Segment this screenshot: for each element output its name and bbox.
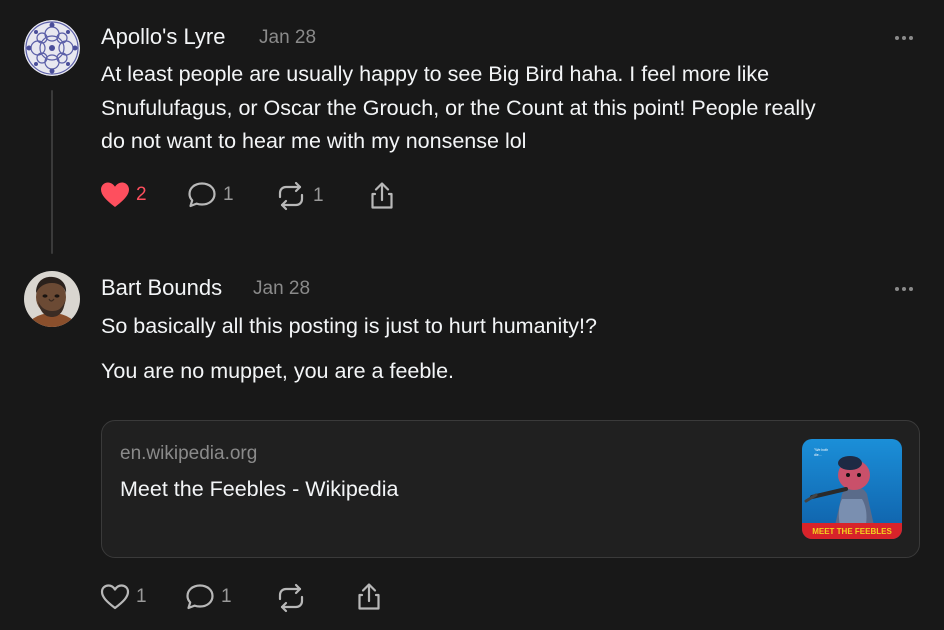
comment-icon [187,181,217,209]
reply-count: 1 [223,184,234,205]
repost-button[interactable]: 1 [275,181,324,211]
avatar[interactable] [24,20,80,76]
link-preview-card[interactable]: en.wikipedia.org Meet the Feebles - Wiki… [101,420,920,558]
post-text-line: You are no muppet, you are a feeble. [101,359,455,383]
repost-button[interactable] [275,583,307,613]
post-text-line: So basically all this posting is just to… [101,314,597,338]
repost-count: 1 [313,185,324,206]
post-text-line: Snufulufagus, or Oscar the Grouch, or th… [101,95,816,120]
author-name[interactable]: Bart Bounds [101,275,222,301]
like-count: 1 [136,586,147,607]
like-button[interactable]: 1 [100,583,147,611]
post-text: So basically all this posting is just to… [101,310,931,344]
post-text-line: At least people are usually happy to see… [101,62,770,86]
heart-icon [100,181,130,209]
reply-button[interactable]: 1 [187,181,234,209]
avatar[interactable] [24,271,80,327]
share-icon [367,181,397,211]
heart-icon [100,583,130,611]
svg-text:die...: die... [814,453,822,457]
post-date[interactable]: Jan 28 [259,27,316,49]
post-text: You are no muppet, you are a feeble. [101,355,931,389]
post-text-line: do not want to hear me with my nonsense … [101,129,527,153]
link-domain: en.wikipedia.org [120,443,258,464]
comment-icon [185,583,215,611]
reply-count: 1 [221,586,232,607]
post-date[interactable]: Jan 28 [253,278,310,300]
author-name[interactable]: Apollo's Lyre [101,24,225,50]
thread-line [51,90,53,254]
link-title: Meet the Feebles - Wikipedia [120,477,399,501]
reply-button[interactable]: 1 [185,583,232,611]
share-icon [354,582,384,612]
link-thumbnail: MEET THE FEEBLES "We both die... [802,439,902,539]
post-text: At least people are usually happy to see… [101,58,931,159]
more-icon[interactable] [895,32,919,44]
like-button[interactable]: 2 [100,181,147,209]
repost-icon [275,181,307,211]
repost-icon [275,583,307,613]
share-button[interactable] [354,582,384,612]
more-icon[interactable] [895,283,919,295]
share-button[interactable] [367,181,397,211]
svg-text:"We both: "We both [814,448,828,452]
poster-title: MEET THE FEEBLES [812,527,892,536]
like-count: 2 [136,184,147,205]
